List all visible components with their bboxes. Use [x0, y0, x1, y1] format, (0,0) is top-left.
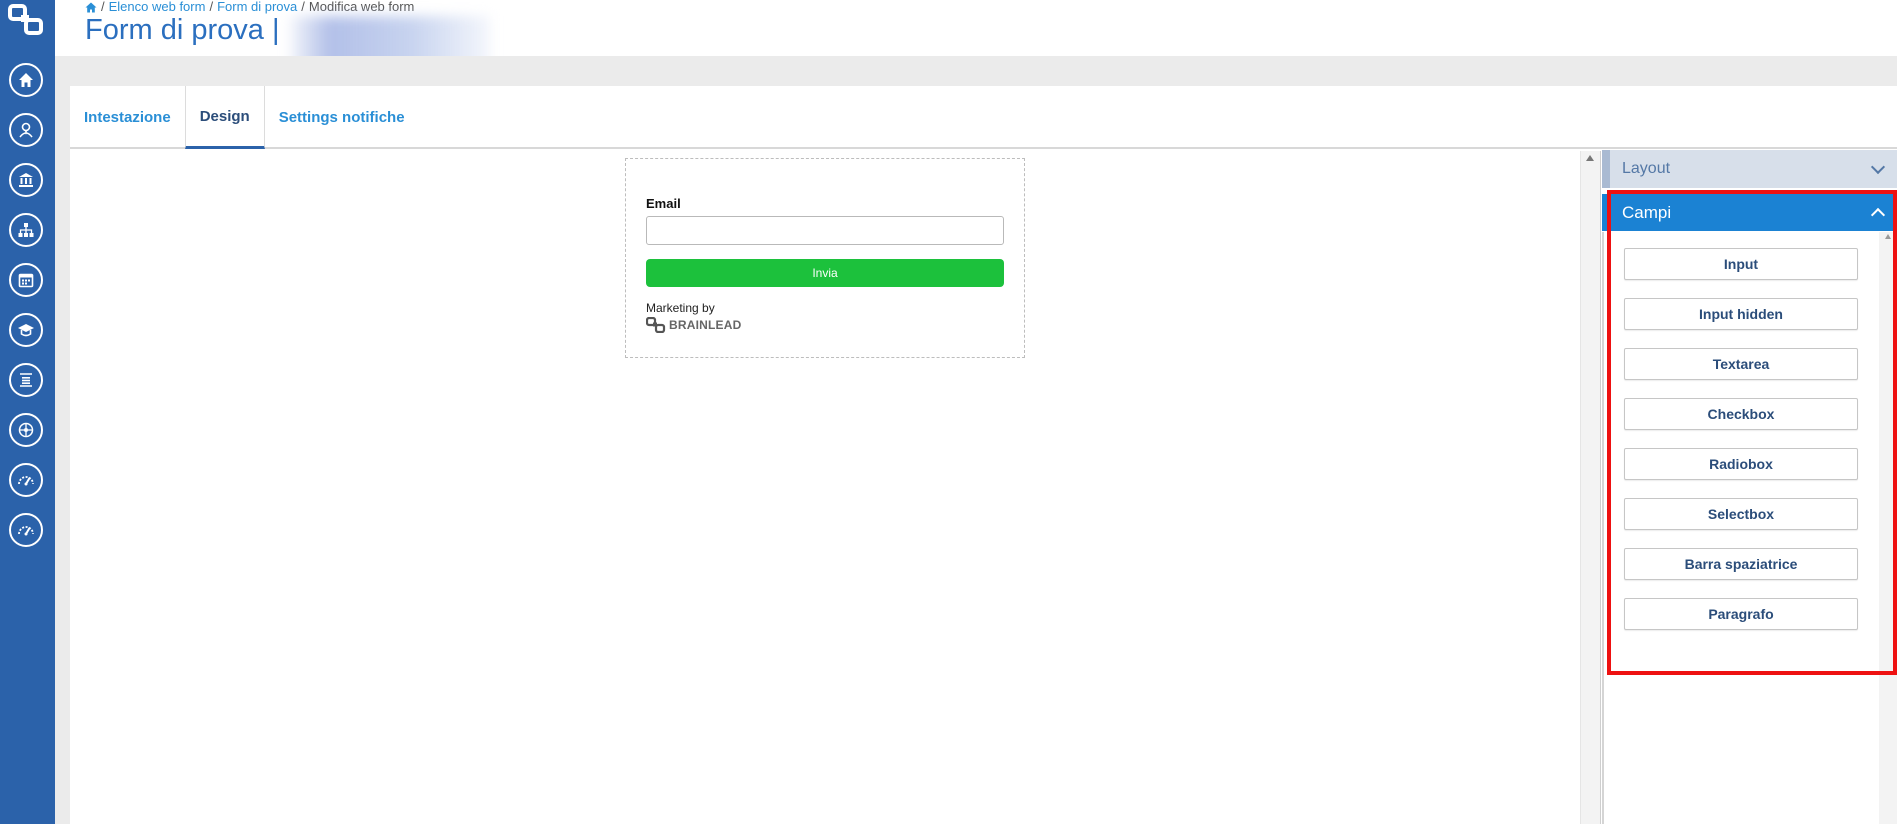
- brand-name: BRAINLEAD: [669, 318, 742, 332]
- canvas-scrollbar[interactable]: [1580, 151, 1600, 824]
- email-field[interactable]: [646, 216, 1004, 245]
- field-list: Input Input hidden Textarea Checkbox Rad…: [1624, 248, 1858, 648]
- breadcrumb-elenco-web-form[interactable]: Elenco web form: [109, 0, 206, 14]
- breadcrumb: / Elenco web form / Form di prova / Modi…: [85, 0, 414, 14]
- sidebar: [0, 0, 55, 824]
- field-input-hidden-button[interactable]: Input hidden: [1624, 298, 1858, 330]
- page-title-separator: |: [271, 14, 280, 46]
- field-selectbox-button[interactable]: Selectbox: [1624, 498, 1858, 530]
- panel-scrollbar[interactable]: [1879, 232, 1897, 824]
- nav-gauge-icon[interactable]: [9, 463, 43, 497]
- field-radiobox-button[interactable]: Radiobox: [1624, 448, 1858, 480]
- nav-gauge-icon-2[interactable]: [9, 513, 43, 547]
- field-checkbox-button[interactable]: Checkbox: [1624, 398, 1858, 430]
- submit-button[interactable]: Invia: [646, 259, 1004, 287]
- scroll-up-arrow-icon[interactable]: [1885, 234, 1891, 239]
- field-input-button[interactable]: Input: [1624, 248, 1858, 280]
- tab-intestazione[interactable]: Intestazione: [70, 86, 185, 149]
- panel-border: [1602, 232, 1604, 824]
- tab-bar: Intestazione Design Settings notifiche: [70, 86, 1897, 149]
- email-label: Email: [646, 196, 681, 211]
- breadcrumb-separator: /: [101, 0, 105, 14]
- field-paragrafo-button[interactable]: Paragrafo: [1624, 598, 1858, 630]
- tab-design[interactable]: Design: [184, 86, 265, 149]
- nav-network-icon[interactable]: [9, 413, 43, 447]
- nav-list-icon[interactable]: [9, 363, 43, 397]
- brand-logo: BRAINLEAD: [646, 317, 741, 333]
- nav-home-icon[interactable]: [9, 63, 43, 97]
- home-icon[interactable]: [85, 2, 97, 13]
- field-barra-spaziatrice-button[interactable]: Barra spaziatrice: [1624, 548, 1858, 580]
- nav-bank-icon[interactable]: [9, 163, 43, 197]
- breadcrumb-separator: /: [301, 0, 305, 14]
- accordion-layout[interactable]: Layout: [1602, 150, 1897, 188]
- nav-graduation-icon[interactable]: [9, 313, 43, 347]
- scroll-up-arrow-icon[interactable]: [1586, 155, 1594, 161]
- accordion-layout-label: Layout: [1622, 160, 1671, 177]
- canvas-divider: [1600, 151, 1601, 824]
- chevron-down-icon: [1870, 159, 1886, 174]
- app-logo-icon[interactable]: [7, 3, 47, 39]
- nav-calendar-icon[interactable]: [9, 263, 43, 297]
- breadcrumb-form-di-prova[interactable]: Form di prova: [217, 0, 297, 14]
- nav-org-chart-icon[interactable]: [9, 213, 43, 247]
- chevron-up-icon: [1870, 207, 1886, 223]
- brand-logo-icon: [646, 317, 666, 333]
- page-title-text: Form di prova: [85, 14, 264, 46]
- page-title: Form di prova |: [85, 13, 280, 47]
- accordion-campi-label: Campi: [1622, 202, 1672, 222]
- accordion-campi[interactable]: Campi: [1602, 194, 1897, 231]
- field-textarea-button[interactable]: Textarea: [1624, 348, 1858, 380]
- breadcrumb-current: Modifica web form: [308, 0, 415, 14]
- page-header: / Elenco web form / Form di prova / Modi…: [55, 0, 1897, 74]
- tab-settings-notifiche[interactable]: Settings notifiche: [265, 86, 419, 149]
- breadcrumb-separator: /: [209, 0, 214, 14]
- nav-user-icon[interactable]: [9, 113, 43, 147]
- components-panel: Layout Campi Input Input hidden Textarea…: [1602, 150, 1897, 824]
- form-preview[interactable]: Email Invia Marketing by BRAINLEAD: [625, 158, 1025, 358]
- marketing-by-text: Marketing by: [646, 301, 715, 315]
